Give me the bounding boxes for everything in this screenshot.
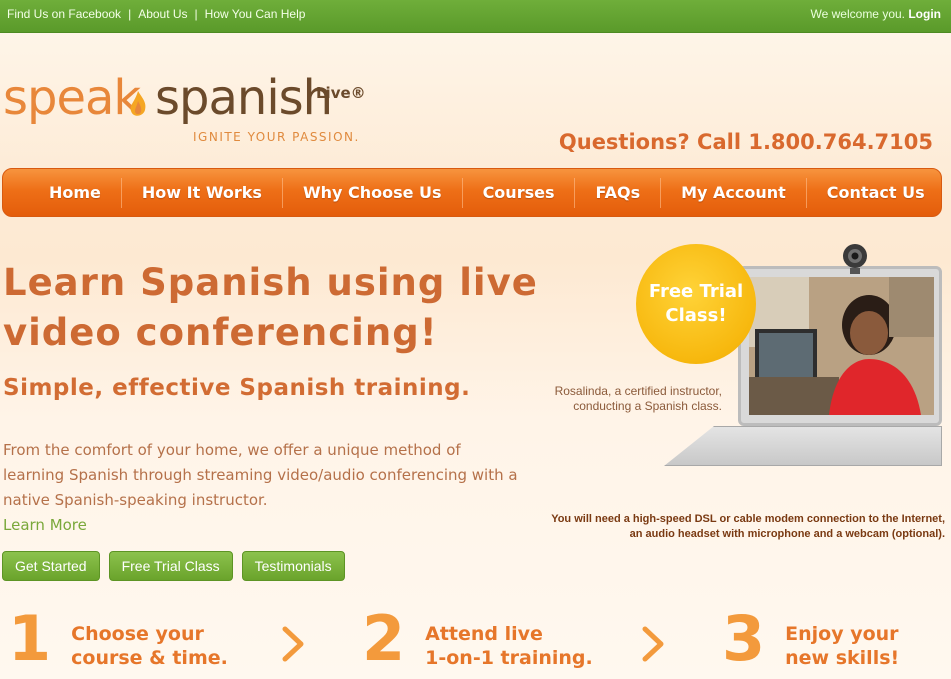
step-text-line1: Attend live <box>425 623 543 645</box>
system-requirements: You will need a high-speed DSL or cable … <box>551 513 945 540</box>
nav-item-my-account[interactable]: My Account <box>660 177 806 208</box>
welcome-text: We welcome you. <box>810 7 905 21</box>
top-links: Find Us on Facebook | About Us | How You Can… <box>7 7 305 21</box>
step-text-line2: new skills! <box>785 647 900 669</box>
step-2: 2 Attend live 1-on-1 training. <box>362 608 593 670</box>
step-text-line2: 1-on-1 training. <box>425 647 593 669</box>
logo-tagline: IGNITE YOUR PASSION. <box>193 130 360 144</box>
how-you-can-help-link[interactable]: How You Can Help <box>205 7 306 21</box>
step-text: Attend live 1-on-1 training. <box>425 622 593 670</box>
step-number: 1 <box>8 602 52 675</box>
facebook-link[interactable]: Find Us on Facebook <box>7 7 121 21</box>
main-nav: Home How It Works Why Choose Us Courses … <box>2 168 942 217</box>
free-trial-badge[interactable]: Free Trial Class! <box>636 244 756 364</box>
nav-item-how-it-works[interactable]: How It Works <box>120 177 282 208</box>
logo-word-speak: speak <box>3 70 141 126</box>
welcome-area: We welcome you. Login <box>811 7 941 21</box>
step-number: 2 <box>362 602 406 675</box>
separator: | <box>128 7 132 21</box>
hero-title: Learn Spanish using live video conferenc… <box>3 261 538 354</box>
step-text-line1: Choose your <box>71 623 204 645</box>
phone-number: Questions? Call 1.800.764.7105 <box>558 130 933 154</box>
free-trial-badge-line2: Class! <box>665 305 727 326</box>
nav-item-home[interactable]: Home <box>29 178 121 208</box>
flame-icon <box>130 91 146 116</box>
instructor-illustration <box>749 277 934 415</box>
hero-visual: Free Trial Class! Rosalinda, a certified… <box>540 236 951 554</box>
step-text: Enjoy your new skills! <box>785 622 899 670</box>
instructor-photo <box>749 277 934 415</box>
top-utility-bar: Find Us on Facebook | About Us | How You Can… <box>0 0 951 33</box>
free-trial-badge-line1: Free Trial <box>648 281 744 302</box>
instructor-caption: Rosalinda, a certified instructor, condu… <box>554 384 722 413</box>
hero-body: From the comfort of your home, we offer … <box>3 438 523 538</box>
step-3: 3 Enjoy your new skills! <box>722 608 899 670</box>
step-text-line2: course & time. <box>71 647 228 669</box>
hero-description: From the comfort of your home, we offer … <box>3 441 518 509</box>
learn-more-link[interactable]: Learn More <box>3 513 523 538</box>
step-text: Choose your course & time. <box>71 622 228 670</box>
testimonials-button[interactable]: Testimonials <box>241 551 345 581</box>
about-us-link[interactable]: About Us <box>138 7 187 21</box>
step-number: 3 <box>722 602 766 675</box>
chevron-right-icon <box>282 626 304 662</box>
hero-subtitle: Simple, effective Spanish training. <box>3 375 471 401</box>
site-logo[interactable]: speak spanish Live® IGNITE YOUR PASSION. <box>3 68 373 148</box>
steps-row: 1 Choose your course & time. 2 Attend li… <box>0 608 951 679</box>
logo-live: Live® <box>316 84 366 102</box>
laptop-screen <box>738 266 942 426</box>
hero-buttons: Get Started Free Trial Class Testimonial… <box>2 551 345 581</box>
chevron-right-icon <box>642 626 664 662</box>
nav-item-faqs[interactable]: FAQs <box>574 177 660 208</box>
nav-item-contact-us[interactable]: Contact Us <box>805 177 945 208</box>
get-started-button[interactable]: Get Started <box>2 551 100 581</box>
laptop-keyboard <box>664 426 942 466</box>
nav-item-why-choose-us[interactable]: Why Choose Us <box>281 177 462 208</box>
free-trial-class-button[interactable]: Free Trial Class <box>108 551 233 581</box>
logo-word-spanish: spanish <box>155 70 333 126</box>
step-1: 1 Choose your course & time. <box>8 608 228 670</box>
separator: | <box>194 7 198 21</box>
webcam-icon <box>843 244 867 274</box>
nav-item-courses[interactable]: Courses <box>461 177 575 208</box>
step-text-line1: Enjoy your <box>785 623 899 645</box>
login-link[interactable]: Login <box>908 7 941 21</box>
